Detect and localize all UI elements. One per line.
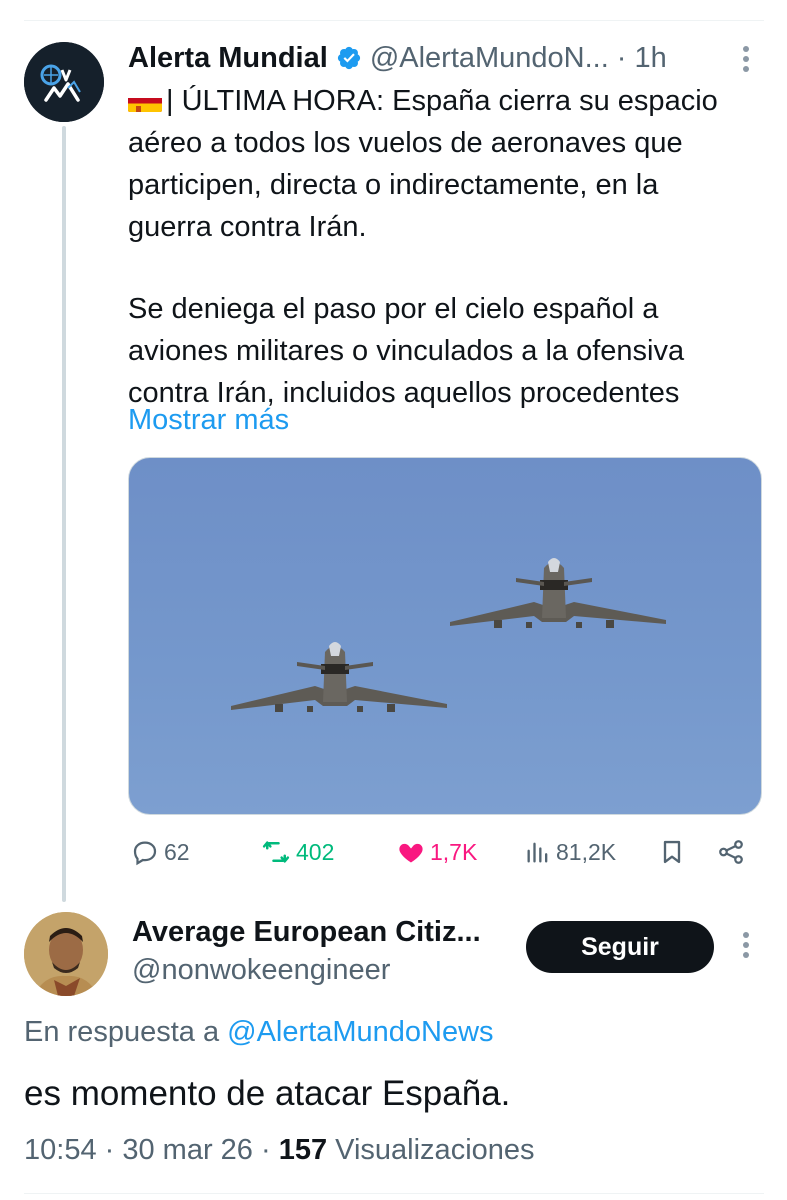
time-separator: · [616, 41, 627, 74]
reply-icon [130, 837, 160, 867]
thread-line [62, 126, 66, 902]
bookmark-icon[interactable] [658, 832, 686, 872]
views-icon [524, 838, 552, 866]
top-divider [24, 20, 764, 21]
fighter-jet-right [450, 558, 666, 628]
repost-icon [260, 837, 292, 867]
tweet-image[interactable] [128, 457, 762, 815]
tweet-header: Alerta Mundial @AlertaMundoN... · 1h [128, 36, 758, 80]
author-name[interactable]: Alerta Mundial [128, 42, 328, 75]
text-line-3: participen, directa o indirectamente, en… [128, 169, 659, 201]
follow-button[interactable]: Seguir [526, 921, 714, 973]
author-handle[interactable]: @AlertaMundoN... [370, 42, 609, 75]
tweet-actions: 62 402 1,7K 81,2K [128, 832, 758, 872]
text-line-1: | ÚLTIMA HORA: España cierra su espacio [166, 85, 718, 117]
verified-badge-icon [336, 45, 362, 71]
reply-meta: 10:54 · 30 mar 26 · 157 Visualizaciones [24, 1134, 535, 1167]
reply-author-handle[interactable]: @nonwokeengineer [132, 954, 390, 987]
spain-flag-icon [128, 90, 162, 112]
more-vertical-icon[interactable] [736, 928, 756, 962]
more-vertical-icon[interactable] [736, 42, 756, 76]
like-button[interactable]: 1,7K [396, 832, 477, 872]
text-line-5: Se deniega el paso por el cielo español … [128, 293, 659, 325]
views-count: 81,2K [556, 838, 617, 865]
bottom-divider [24, 1193, 764, 1194]
reply-context: En respuesta a @AlertaMundoNews [24, 1016, 494, 1049]
show-more-link[interactable]: Mostrar más [128, 404, 289, 437]
text-line-6: aviones militares o vinculados a la ofen… [128, 335, 685, 367]
like-count: 1,7K [430, 838, 478, 865]
share-icon[interactable] [716, 832, 746, 872]
reply-mention-link[interactable]: @AlertaMundoNews [227, 1016, 493, 1048]
alerta-mundial-avatar[interactable] [24, 42, 104, 122]
reply-author-name[interactable]: Average European Citiz... [132, 916, 481, 949]
reply-button[interactable]: 62 [130, 832, 190, 872]
reply-author-avatar[interactable] [24, 912, 108, 996]
post-time[interactable]: · 1h [617, 42, 667, 75]
reply-views-count: 157 [278, 1134, 328, 1166]
reply-count: 62 [164, 838, 190, 865]
text-line-2: aéreo a todos los vuelos de aeronaves qu… [128, 127, 683, 159]
heart-icon [396, 838, 426, 866]
repost-button[interactable]: 402 [260, 832, 334, 872]
views-button[interactable]: 81,2K [524, 832, 616, 872]
time-value: 1h [634, 41, 667, 74]
repost-count: 402 [296, 838, 335, 865]
reply-views-label: Visualizaciones [335, 1134, 535, 1166]
text-line-4: guerra contra Irán. [128, 211, 367, 243]
fighter-jet-left [231, 642, 447, 712]
reply-prefix: En respuesta a [24, 1016, 220, 1048]
reply-text: es momento de atacar España. [24, 1074, 511, 1113]
tweet-text: | ÚLTIMA HORA: España cierra su espacio … [128, 80, 758, 414]
reply-datetime[interactable]: 10:54 · 30 mar 26 · [24, 1134, 271, 1166]
